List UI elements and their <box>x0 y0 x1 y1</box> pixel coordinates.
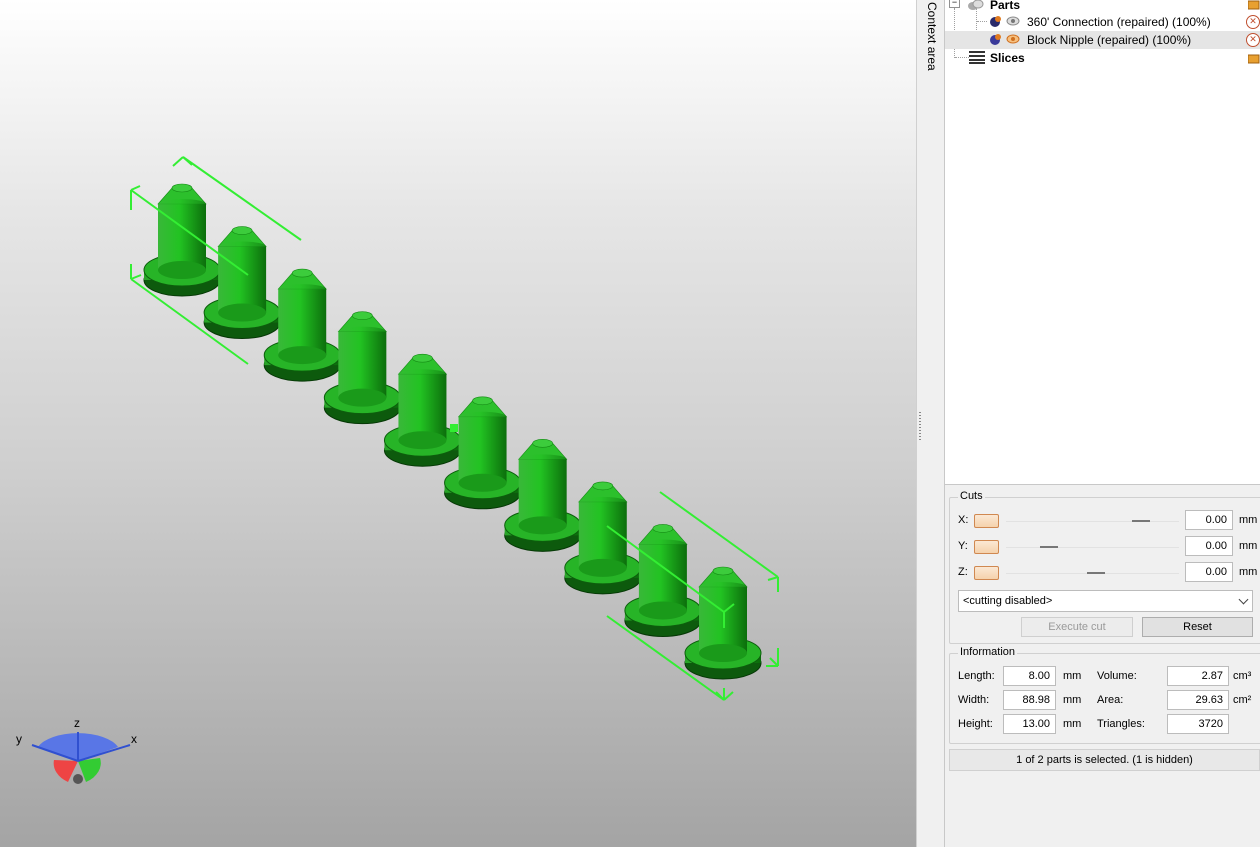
slices-icon <box>969 51 985 64</box>
parts-icon <box>968 0 984 10</box>
length-value: 8.00 <box>1003 666 1056 686</box>
context-area-label: Context area <box>925 2 939 71</box>
cut-unit: mm <box>1239 540 1258 552</box>
volume-unit: cm³ <box>1233 670 1252 682</box>
cut-slider[interactable] <box>1006 564 1179 581</box>
cut-slider[interactable] <box>1006 538 1179 555</box>
parts-label: Parts <box>990 0 1021 12</box>
tree-item-parts[interactable]: − Parts <box>945 0 1260 13</box>
cut-toggle[interactable] <box>974 514 999 528</box>
3d-viewport[interactable]: z y x <box>0 0 916 847</box>
slider-handle[interactable] <box>1040 546 1059 548</box>
height-value: 13.00 <box>1003 714 1056 734</box>
width-label: Width: <box>958 694 990 706</box>
cuts-title: Cuts <box>958 490 985 502</box>
y-axis-label: y <box>16 732 22 746</box>
reset-button[interactable]: Reset <box>1142 617 1253 637</box>
volume-label: Volume: <box>1097 670 1137 682</box>
area-label: Area: <box>1097 694 1124 706</box>
add-part-icon[interactable] <box>1248 0 1260 10</box>
triangles-value: 3720 <box>1167 714 1229 734</box>
visibility-eye-icon[interactable] <box>1006 16 1020 26</box>
visibility-eye-icon[interactable] <box>1006 34 1020 44</box>
height-label: Height: <box>958 718 993 730</box>
part-icon <box>990 34 1001 45</box>
triangles-label: Triangles: <box>1097 718 1145 730</box>
cut-toggle[interactable] <box>974 566 999 580</box>
slices-label: Slices <box>990 51 1025 65</box>
area-value: 29.63 <box>1167 690 1229 710</box>
part-label: 360' Connection (repaired) (100%) <box>1027 15 1211 29</box>
cut-axis-label: X: <box>958 514 969 526</box>
part-label: Block Nipple (repaired) (100%) <box>1027 33 1192 47</box>
length-label: Length: <box>958 670 995 682</box>
cut-value[interactable]: 0.00 <box>1185 562 1233 582</box>
remove-part-icon[interactable]: ✕ <box>1246 15 1260 29</box>
information-title: Information <box>958 646 1018 658</box>
add-slices-icon[interactable] <box>1248 53 1260 64</box>
parts-tree[interactable]: − Parts 360' Connection (repaired) (100%… <box>945 0 1260 485</box>
tree-item-part-selected[interactable]: Block Nipple (repaired) (100%) ✕ <box>945 31 1260 49</box>
right-panel: − Parts 360' Connection (repaired) (100%… <box>945 0 1260 847</box>
slider-handle[interactable] <box>1131 520 1150 522</box>
axis-gizmo: z y x <box>16 716 137 784</box>
cut-axis-label: Z: <box>958 566 968 578</box>
status-bar: 1 of 2 parts is selected. (1 is hidden) <box>949 749 1260 771</box>
context-area-tab[interactable]: Context area <box>922 0 945 847</box>
selection-handle[interactable] <box>450 424 458 432</box>
chevron-down-icon <box>1238 594 1249 605</box>
cut-axis-label: Y: <box>958 540 968 552</box>
nipple-part <box>143 183 221 297</box>
x-axis-label: x <box>131 732 137 746</box>
cut-toggle[interactable] <box>974 540 999 554</box>
part-icon <box>990 16 1001 27</box>
area-unit: cm² <box>1233 694 1252 706</box>
cut-slider[interactable] <box>1006 512 1179 529</box>
volume-value: 2.87 <box>1167 666 1229 686</box>
cut-value[interactable]: 0.00 <box>1185 510 1233 530</box>
cut-value[interactable]: 0.00 <box>1185 536 1233 556</box>
height-unit: mm <box>1063 718 1082 730</box>
execute-cut-button[interactable]: Execute cut <box>1021 617 1133 637</box>
collapse-icon[interactable]: − <box>949 0 960 8</box>
width-unit: mm <box>1063 694 1082 706</box>
cut-mode-value: <cutting disabled> <box>963 595 1053 607</box>
cut-unit: mm <box>1239 514 1258 526</box>
remove-part-icon[interactable]: ✕ <box>1246 33 1260 47</box>
cut-unit: mm <box>1239 566 1258 578</box>
tree-item-part[interactable]: 360' Connection (repaired) (100%) ✕ <box>945 13 1260 31</box>
tree-item-slices[interactable]: Slices <box>945 49 1260 67</box>
cut-mode-select[interactable]: <cutting disabled> <box>958 590 1253 612</box>
length-unit: mm <box>1063 670 1082 682</box>
slider-handle[interactable] <box>1086 572 1105 574</box>
width-value: 88.98 <box>1003 690 1056 710</box>
z-axis-label: z <box>74 716 80 730</box>
